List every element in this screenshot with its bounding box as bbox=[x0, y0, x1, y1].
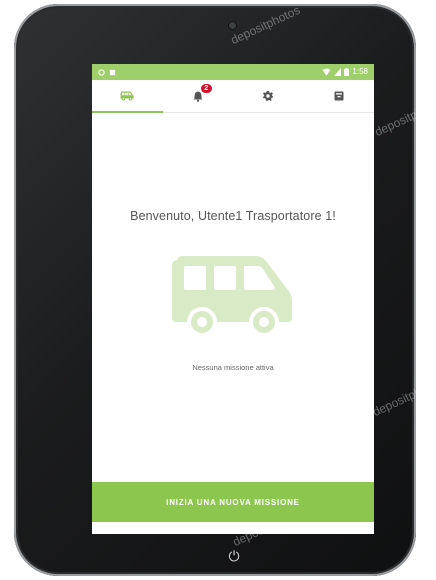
tab-missions[interactable] bbox=[92, 80, 163, 113]
welcome-message: Benvenuto, Utente1 Trasportatore 1! bbox=[130, 209, 336, 223]
power-icon[interactable]: ⏻ bbox=[226, 548, 242, 564]
status-left bbox=[98, 64, 116, 80]
status-time: 1:58 bbox=[352, 67, 368, 76]
status-right: 1:58 bbox=[322, 64, 368, 80]
tab-archive[interactable] bbox=[304, 80, 375, 112]
signal-icon bbox=[334, 68, 342, 76]
gear-icon bbox=[263, 91, 274, 101]
tab-settings[interactable] bbox=[233, 80, 304, 112]
sim-icon bbox=[109, 69, 116, 75]
tab-bar: 2 bbox=[92, 80, 374, 113]
tab-notifications[interactable]: 2 bbox=[163, 80, 234, 112]
bell-icon bbox=[193, 91, 203, 102]
archive-box-icon bbox=[334, 91, 344, 101]
notification-dot-icon bbox=[98, 68, 105, 76]
no-active-mission-text: Nessuna missione attiva bbox=[192, 363, 274, 372]
app-screen: 1:58 2 Benvenuto, Utente1 Trasportatore … bbox=[92, 64, 374, 534]
status-bar: 1:58 bbox=[92, 64, 374, 80]
start-new-mission-button[interactable]: INIZIA UNA NUOVA MISSIONE bbox=[92, 482, 374, 522]
van-icon bbox=[120, 91, 134, 101]
van-illustration bbox=[172, 256, 292, 336]
camera-dot bbox=[229, 22, 236, 29]
wifi-icon bbox=[322, 68, 331, 76]
battery-icon bbox=[344, 68, 350, 76]
notification-count-badge: 2 bbox=[200, 84, 212, 93]
